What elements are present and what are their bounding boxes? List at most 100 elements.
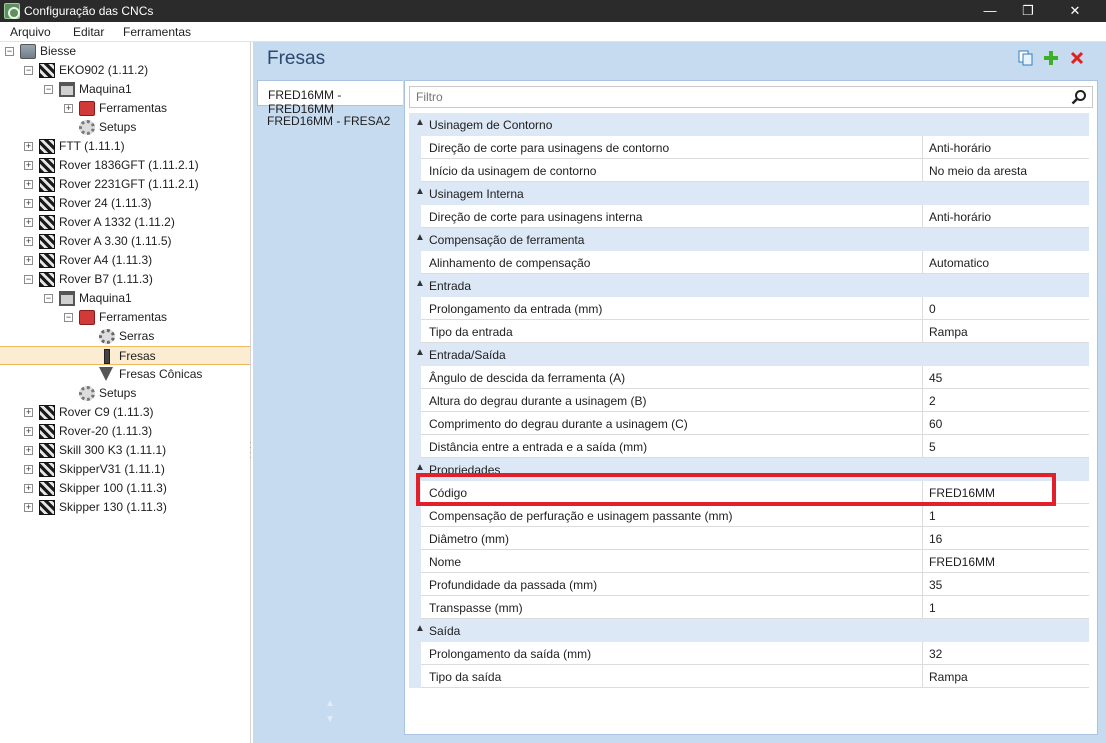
tree-node[interactable]: − Maquina1 <box>0 80 250 99</box>
property-value[interactable]: 32 <box>929 647 942 661</box>
property-value[interactable]: 2 <box>929 394 936 408</box>
property-row[interactable]: Direção de corte para usinagens de conto… <box>409 136 1089 159</box>
tool-list-item[interactable]: FRED16MM - FRED16MM <box>257 80 403 116</box>
property-value[interactable]: 60 <box>929 417 942 431</box>
category-header[interactable]: ▲ Entrada/Saída <box>409 343 1089 366</box>
collapse-icon[interactable]: − <box>44 85 53 94</box>
tree-node[interactable]: Setups <box>0 384 250 403</box>
tree-node[interactable]: − EKO902 (1.11.2) <box>0 61 250 80</box>
expand-icon[interactable]: + <box>24 465 33 474</box>
collapse-chevron-icon[interactable]: ▲ <box>415 462 425 473</box>
copy-icon[interactable] <box>1018 50 1034 66</box>
property-row[interactable]: Alinhamento de compensação Automatico <box>409 251 1089 274</box>
collapse-icon[interactable]: − <box>64 313 73 322</box>
tree-node[interactable]: + Skipper 130 (1.11.3) <box>0 498 250 517</box>
property-value[interactable]: Anti-horário <box>929 141 991 155</box>
property-row[interactable]: Início da usinagem de contorno No meio da… <box>409 159 1089 182</box>
collapse-chevron-icon[interactable]: ▲ <box>415 278 425 289</box>
expand-icon[interactable]: + <box>64 104 73 113</box>
collapse-chevron-icon[interactable]: ▲ <box>415 186 425 197</box>
property-value[interactable]: 1 <box>929 509 936 523</box>
tree-node[interactable]: + Rover 1836GFT (1.11.2.1) <box>0 156 250 175</box>
category-header[interactable]: ▲ Usinagem Interna <box>409 182 1089 205</box>
tree-node[interactable]: − Rover B7 (1.11.3) <box>0 270 250 289</box>
property-row[interactable]: Diâmetro (mm) 16 <box>409 527 1089 550</box>
category-header[interactable]: ▲ Propriedades <box>409 458 1089 481</box>
collapse-icon[interactable]: − <box>24 275 33 284</box>
property-value[interactable]: 5 <box>929 440 936 454</box>
property-value[interactable]: Rampa <box>929 325 968 339</box>
tree-node[interactable]: + Rover A 1332 (1.11.2) <box>0 213 250 232</box>
property-value[interactable]: No meio da aresta <box>929 164 1027 178</box>
expand-icon[interactable]: + <box>24 218 33 227</box>
category-header[interactable]: ▲ Compensação de ferramenta <box>409 228 1089 251</box>
property-row[interactable]: Altura do degrau durante a usinagem (B) 2 <box>409 389 1089 412</box>
tree-node[interactable]: + Skill 300 K3 (1.11.1) <box>0 441 250 460</box>
property-value[interactable]: FRED16MM <box>929 486 995 500</box>
menu-ferramentas[interactable]: Ferramentas <box>123 25 191 39</box>
collapse-chevron-icon[interactable]: ▲ <box>415 623 425 634</box>
tree-node[interactable]: + FTT (1.11.1) <box>0 137 250 156</box>
menu-arquivo[interactable]: Arquivo <box>10 25 51 39</box>
category-header[interactable]: ▲ Entrada <box>409 274 1089 297</box>
tree-node[interactable]: + Rover 24 (1.11.3) <box>0 194 250 213</box>
add-icon[interactable] <box>1043 50 1059 66</box>
tree-node[interactable]: Setups <box>0 118 250 137</box>
tree-node[interactable]: Fresas <box>0 346 250 365</box>
collapse-icon[interactable]: − <box>24 66 33 75</box>
collapse-icon[interactable]: − <box>5 47 14 56</box>
expand-icon[interactable]: + <box>24 408 33 417</box>
property-value[interactable]: FRED16MM <box>929 555 995 569</box>
delete-icon[interactable] <box>1069 50 1085 66</box>
tree-node[interactable]: + Rover A4 (1.11.3) <box>0 251 250 270</box>
tool-list-item[interactable]: FRED16MM - FRESA2 <box>257 107 403 133</box>
tree-node[interactable]: + Rover 2231GFT (1.11.2.1) <box>0 175 250 194</box>
expand-icon[interactable]: + <box>24 180 33 189</box>
property-value[interactable]: 45 <box>929 371 942 385</box>
property-row[interactable]: Compensação de perfuração e usinagem pas… <box>409 504 1089 527</box>
tree-node[interactable]: + Rover C9 (1.11.3) <box>0 403 250 422</box>
collapse-chevron-icon[interactable]: ▲ <box>415 347 425 358</box>
tree-node[interactable]: + Ferramentas <box>0 99 250 118</box>
menu-editar[interactable]: Editar <box>73 25 104 39</box>
tree-node[interactable]: Fresas Cônicas <box>0 365 250 384</box>
expand-icon[interactable]: + <box>24 256 33 265</box>
search-icon[interactable] <box>1071 89 1087 105</box>
collapse-chevron-icon[interactable]: ▲ <box>415 232 425 243</box>
category-header[interactable]: ▲ Saída <box>409 619 1089 642</box>
filter-box[interactable] <box>409 86 1093 108</box>
expand-icon[interactable]: + <box>24 427 33 436</box>
collapse-icon[interactable]: − <box>44 294 53 303</box>
property-value[interactable]: Anti-horário <box>929 210 991 224</box>
property-row[interactable]: Distância entre a entrada e a saída (mm)… <box>409 435 1089 458</box>
scroll-up-icon[interactable]: ▲ <box>325 698 335 709</box>
expand-icon[interactable]: + <box>24 446 33 455</box>
filter-input[interactable] <box>410 87 1050 107</box>
property-value[interactable]: Rampa <box>929 670 968 684</box>
expand-icon[interactable]: + <box>24 199 33 208</box>
property-row[interactable]: Direção de corte para usinagens interna A… <box>409 205 1089 228</box>
expand-icon[interactable]: + <box>24 237 33 246</box>
tree-node[interactable]: − Ferramentas <box>0 308 250 327</box>
expand-icon[interactable]: + <box>24 161 33 170</box>
tree-node[interactable]: + Rover-20 (1.11.3) <box>0 422 250 441</box>
tree-node[interactable]: + SkipperV31 (1.11.1) <box>0 460 250 479</box>
tree-node[interactable]: − Maquina1 <box>0 289 250 308</box>
property-row[interactable]: Código FRED16MM <box>409 481 1089 504</box>
property-row[interactable]: Profundidade da passada (mm) 35 <box>409 573 1089 596</box>
tree-node[interactable]: + Rover A 3.30 (1.11.5) <box>0 232 250 251</box>
property-row[interactable]: Comprimento do degrau durante a usinagem… <box>409 412 1089 435</box>
property-row[interactable]: Prolongamento da saída (mm) 32 <box>409 642 1089 665</box>
property-row[interactable]: Transpasse (mm) 1 <box>409 596 1089 619</box>
property-value[interactable]: Automatico <box>929 256 989 270</box>
property-row[interactable]: Tipo da entrada Rampa <box>409 320 1089 343</box>
close-button[interactable]: ✕ <box>1052 0 1098 22</box>
property-row[interactable]: Prolongamento da entrada (mm) 0 <box>409 297 1089 320</box>
expand-icon[interactable]: + <box>24 142 33 151</box>
property-value[interactable]: 16 <box>929 532 942 546</box>
property-value[interactable]: 1 <box>929 601 936 615</box>
expand-icon[interactable]: + <box>24 503 33 512</box>
tree-node[interactable]: Serras <box>0 327 250 346</box>
maximize-button[interactable]: ❐ <box>1005 0 1051 22</box>
property-row[interactable]: Nome FRED16MM <box>409 550 1089 573</box>
